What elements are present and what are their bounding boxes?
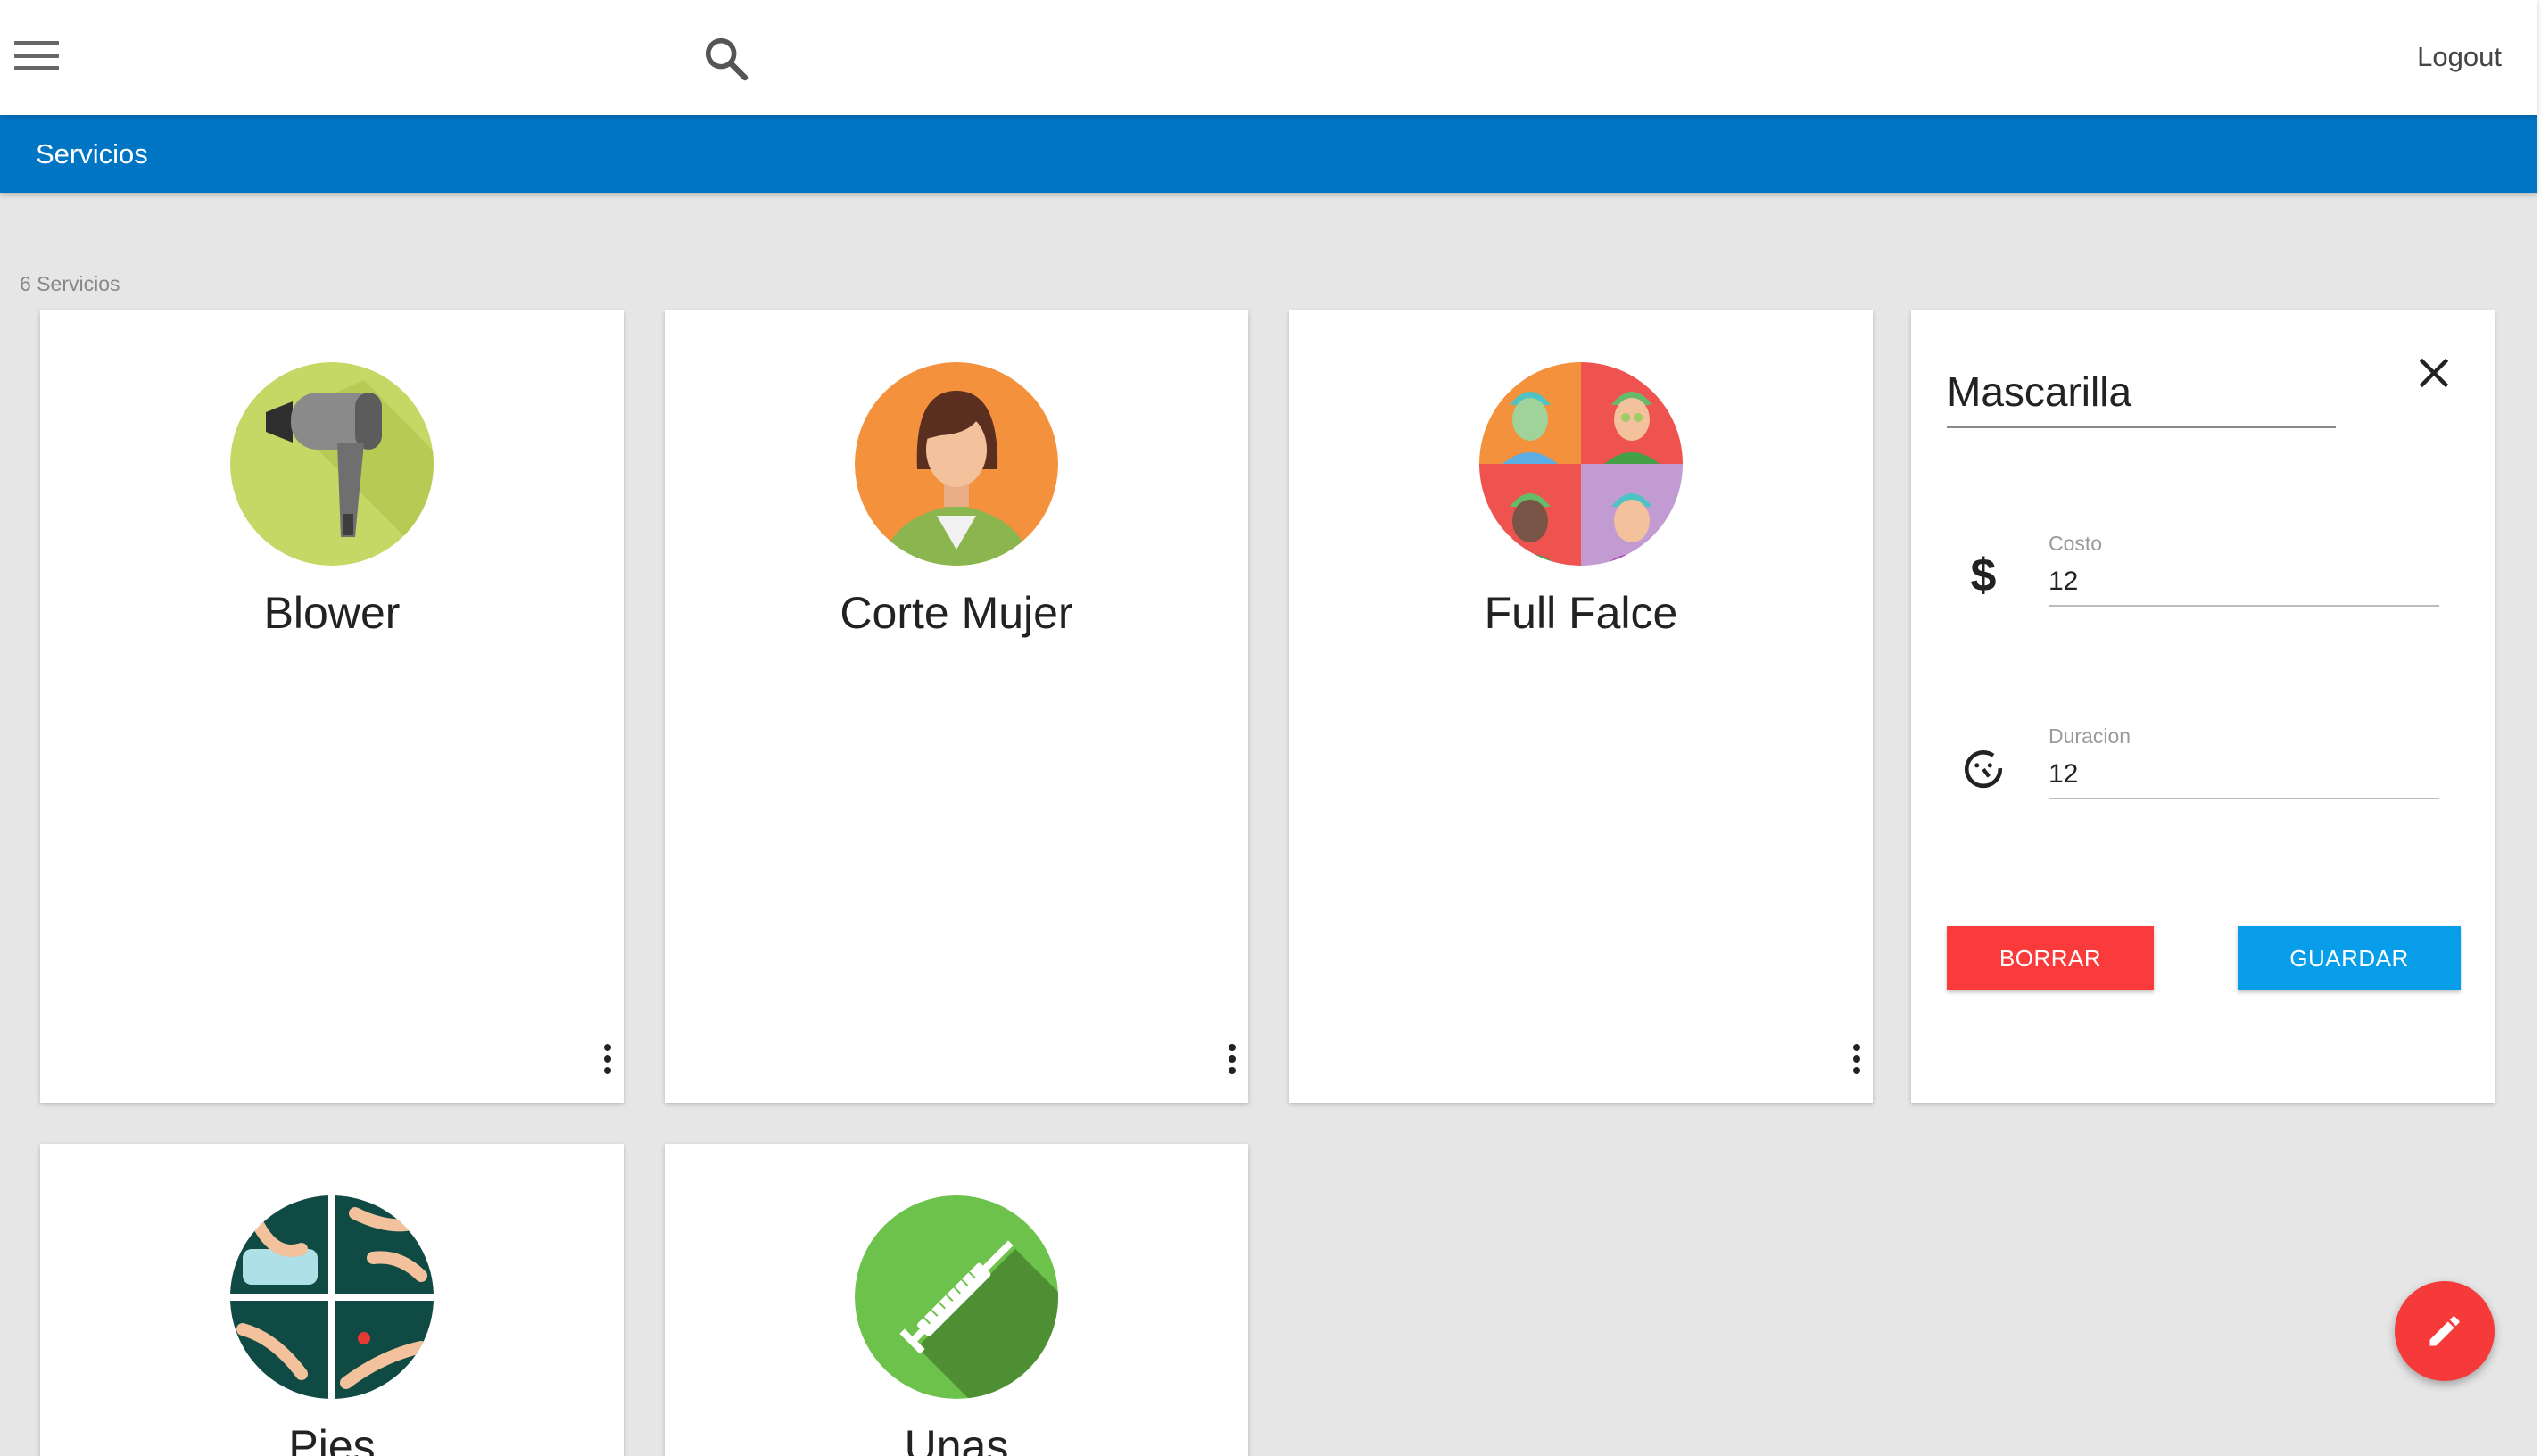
edit-fab-button[interactable] [2395,1281,2495,1381]
top-app-bar: Logout [0,0,2537,115]
more-options-icon[interactable] [1214,1044,1250,1080]
duration-field[interactable] [2049,746,2439,799]
cost-label: Costo [2049,532,2103,555]
search-icon[interactable] [701,34,751,84]
service-card[interactable]: Full Falce [1289,310,1873,1103]
timer-icon [1964,750,2003,789]
hair-dryer-icon [230,362,434,566]
syringe-icon [855,1195,1058,1399]
duration-label: Duracion [2049,724,2131,748]
face-mask-collage-icon [1479,362,1683,566]
cost-field[interactable] [2049,553,2439,607]
service-name-field[interactable] [1947,357,2336,428]
service-card[interactable]: Pies [40,1144,624,1456]
save-button[interactable]: GUARDAR [2238,926,2461,990]
more-options-icon[interactable] [1839,1044,1875,1080]
pencil-icon [2429,1316,2460,1346]
service-name: Corte Mujer [840,588,1073,638]
section-header: Servicios [0,115,2537,193]
service-name: Pies [288,1421,376,1456]
services-count: 6 Servicios [20,272,120,295]
dollar-icon: $ [1971,550,1997,600]
window-edge [2537,0,2541,1456]
pedicure-collage-icon [230,1195,434,1399]
close-icon[interactable] [2414,353,2454,393]
service-card[interactable]: Corte Mujer [665,310,1248,1103]
edit-service-panel: $ Costo Duracion BORRAR GUARDAR [1911,310,2495,1103]
service-name: Full Falce [1484,588,1678,638]
woman-avatar-icon [855,362,1058,566]
service-name: Blower [263,588,401,638]
page-title: Servicios [36,138,148,170]
service-card[interactable]: Blower [40,310,624,1103]
service-card[interactable]: Unas [665,1144,1248,1456]
more-options-icon[interactable] [590,1044,625,1080]
hamburger-menu-icon[interactable] [14,41,59,73]
delete-button[interactable]: BORRAR [1947,926,2154,990]
logout-link[interactable]: Logout [2417,41,2502,73]
svg-text:$: $ [1971,550,1997,600]
service-name: Unas [904,1421,1009,1456]
